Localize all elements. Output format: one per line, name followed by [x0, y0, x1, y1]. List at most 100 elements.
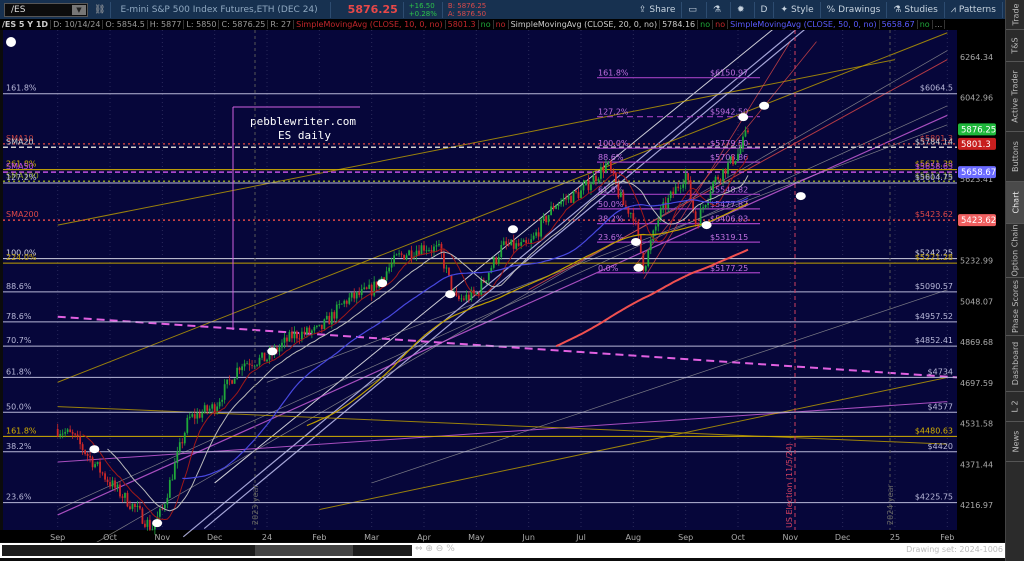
candle-body	[231, 380, 234, 384]
sma20-label[interactable]: SimpleMovingAvg (CLOSE, 20, 0, no)	[509, 20, 661, 29]
candle-body	[293, 331, 296, 339]
tab-trade[interactable]: Trade	[1006, 0, 1024, 30]
candle-body	[520, 242, 523, 246]
ask-price: A: 5876.50	[447, 9, 487, 18]
candle-body	[266, 359, 268, 362]
chart-scrollbar[interactable]: ⇔ ⊕ ⊖ % Drawing set: 2024-1006	[0, 543, 1005, 558]
candle-body	[348, 297, 351, 304]
y-tick-label: 5232.99	[960, 257, 993, 266]
link-icon[interactable]: ⛓	[94, 5, 105, 15]
toolbar-patterns-button[interactable]: ⩘ Patterns	[945, 1, 1003, 18]
level-left-label: 127.2%	[6, 173, 37, 182]
y-tick-label: 4869.68	[960, 338, 993, 347]
candle-body	[400, 253, 403, 255]
symbol-input[interactable]: /ES ▼	[4, 2, 88, 17]
candle-body	[373, 281, 376, 296]
bar-date: D: 10/14/24	[51, 20, 104, 29]
toolbar-period-button[interactable]: D	[755, 1, 775, 18]
candle-body	[251, 365, 253, 367]
candle-body	[94, 464, 96, 468]
x-tick-label: Mar	[364, 533, 380, 542]
level-price-label: $5784.14	[915, 137, 953, 146]
x-tick-label: May	[468, 533, 485, 542]
candle-body	[487, 272, 490, 281]
signal-marker	[152, 519, 163, 528]
tab-chart[interactable]: Chart	[1006, 182, 1024, 224]
bar-range: R: 27	[268, 20, 295, 29]
price-chart[interactable]: Sep Oct Nov Dec 24 Feb Mar Apr May Jun Jul Aug Sep Oc…	[0, 30, 1005, 542]
toolbar-label: Share	[649, 4, 676, 15]
candle-body	[121, 496, 124, 498]
candle-body	[540, 219, 543, 237]
candle-body	[557, 204, 560, 207]
sma20-flag: no	[698, 20, 714, 29]
drawing-set-label[interactable]: Drawing set: 2024-1006	[906, 545, 1003, 554]
y-tick-label: 6042.96	[960, 94, 993, 103]
tab-phase-scores[interactable]: Phase Scores	[1006, 278, 1024, 336]
candle-body	[525, 240, 528, 244]
tab-news[interactable]: News	[1006, 422, 1024, 462]
toolbar-share-button[interactable]: ⇪ Share	[633, 1, 683, 18]
fib-price-label: $5319.15	[710, 233, 748, 242]
candle-body	[403, 254, 405, 260]
candle-body	[420, 245, 423, 255]
candle-body	[188, 416, 191, 418]
fib-price-label: $5708.86	[710, 153, 748, 162]
sma50-label[interactable]: SimpleMovingAvg (CLOSE, 50, 0, no)	[728, 20, 880, 29]
candle-body	[672, 191, 675, 194]
candle-body	[149, 519, 151, 530]
candle-body	[350, 292, 353, 298]
drawings-icon: %	[826, 4, 836, 15]
toolbar-studies-button[interactable]: ⚗ Studies	[887, 1, 945, 18]
scroll-thumb[interactable]	[255, 545, 353, 556]
signal-marker	[507, 225, 518, 234]
candle-body	[330, 312, 333, 325]
candle-body	[428, 250, 430, 251]
candle-body	[221, 399, 224, 402]
toolbar-gear-button[interactable]: ✹	[731, 1, 755, 18]
candle-body	[368, 284, 371, 289]
fib-pct-label: 38.2%	[598, 215, 624, 224]
fib-price-label: $6150.97	[710, 69, 748, 78]
tab-option-chain[interactable]: Option Chain	[1006, 224, 1024, 278]
bar-open: O: 5854.5	[103, 20, 148, 29]
sma10-label[interactable]: SimpleMovingAvg (CLOSE, 10, 0, no)	[294, 20, 446, 29]
chevron-down-icon[interactable]: ▼	[72, 4, 86, 15]
tab-active-trader[interactable]: Active Trader	[1006, 62, 1024, 132]
tab-dashboard[interactable]: Dashboard	[1006, 336, 1024, 392]
x-tick-label: Sep	[50, 533, 65, 542]
candle-body	[455, 291, 458, 296]
candle-body	[246, 363, 248, 365]
toolbar-alert-button[interactable]: ▭	[682, 1, 707, 18]
candle-body	[435, 245, 438, 247]
toolbar-flask-button[interactable]: ⚗	[707, 1, 731, 18]
candle-body	[263, 352, 266, 362]
signal-marker	[633, 263, 644, 272]
tab-buttons[interactable]: Buttons	[1006, 132, 1024, 182]
level-left-label: 50.0%	[6, 402, 32, 411]
toolbar-style-button[interactable]: ✦ Style	[774, 1, 821, 18]
x-tick-label: Apr	[417, 533, 432, 542]
tab-t-s[interactable]: T&S	[1006, 30, 1024, 62]
election-label: US Election (11/5/24)	[785, 443, 794, 528]
signal-marker	[445, 290, 456, 299]
signal-marker	[89, 445, 100, 454]
level-price-label: $4225.75	[915, 493, 953, 502]
candle-body	[76, 434, 79, 437]
candle-body	[288, 331, 291, 342]
chart-title: /ES 5 Y 1D	[0, 20, 52, 29]
candle-body	[515, 243, 518, 249]
candle-body	[684, 173, 687, 185]
candle-body	[296, 331, 298, 339]
candle-body	[109, 482, 111, 487]
toolbar-drawings-button[interactable]: % Drawings	[821, 1, 888, 18]
candle-body	[173, 462, 176, 480]
symbol-value: /ES	[11, 4, 26, 15]
flask-icon: ⚗	[712, 4, 721, 15]
zoom-controls[interactable]: ⇔ ⊕ ⊖ %	[415, 544, 455, 554]
candle-body	[577, 192, 580, 199]
candle-body	[714, 176, 717, 182]
candle-body	[315, 325, 318, 327]
tab-l-2[interactable]: L 2	[1006, 392, 1024, 422]
more-studies[interactable]: ...	[933, 20, 946, 29]
